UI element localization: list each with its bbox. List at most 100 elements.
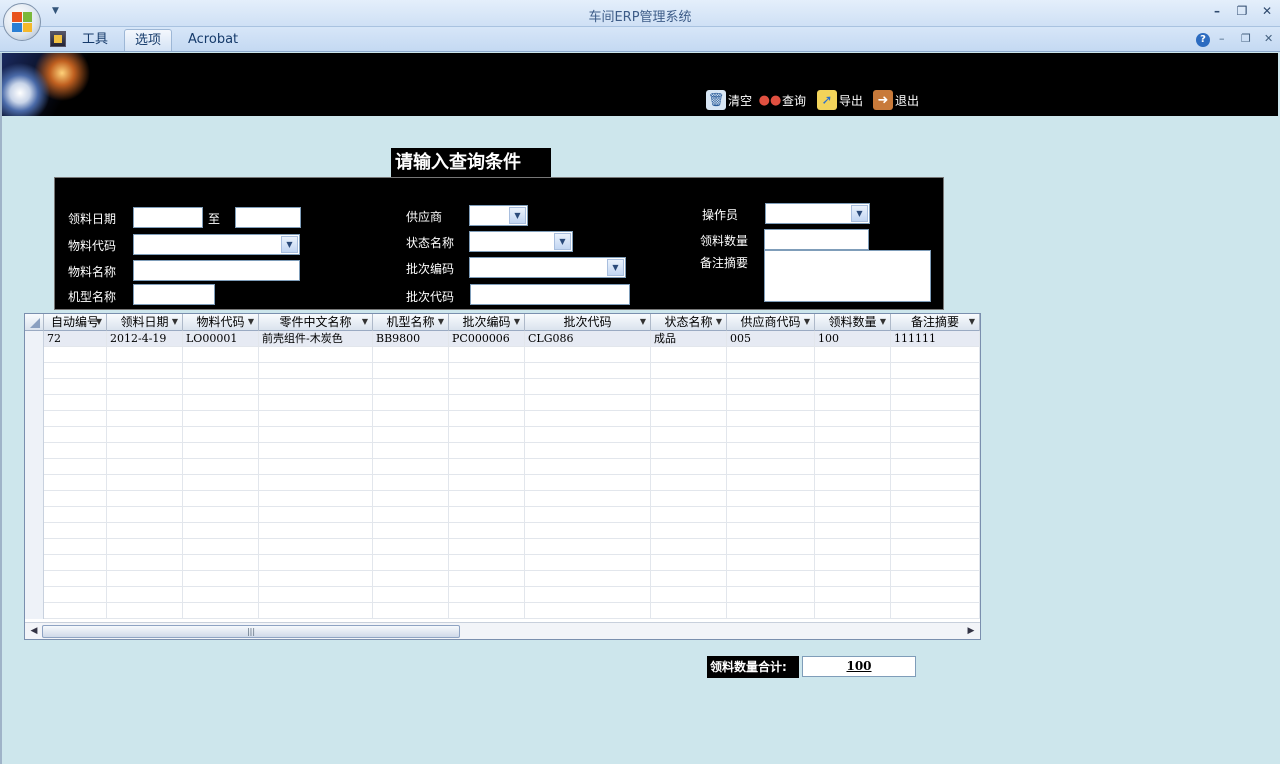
- export-button[interactable]: ➚ 导出: [817, 89, 863, 111]
- empty-cell[interactable]: [651, 427, 727, 443]
- scroll-thumb[interactable]: |||: [42, 625, 460, 638]
- empty-cell[interactable]: [373, 603, 449, 619]
- chevron-down-icon[interactable]: ▼: [607, 259, 624, 276]
- empty-table-row[interactable]: [25, 411, 980, 427]
- restore-button[interactable]: ❐: [1233, 4, 1251, 18]
- empty-cell[interactable]: [183, 571, 259, 587]
- empty-cell[interactable]: [44, 475, 107, 491]
- empty-cell[interactable]: [525, 507, 651, 523]
- supplier-select[interactable]: ▼: [469, 205, 528, 226]
- row-selector[interactable]: [25, 523, 44, 539]
- empty-cell[interactable]: [183, 555, 259, 571]
- cell-issue-qty[interactable]: 100: [815, 331, 891, 347]
- row-selector[interactable]: [25, 411, 44, 427]
- empty-cell[interactable]: [449, 411, 525, 427]
- empty-cell[interactable]: [259, 427, 373, 443]
- empty-cell[interactable]: [183, 379, 259, 395]
- empty-cell[interactable]: [373, 395, 449, 411]
- empty-cell[interactable]: [259, 395, 373, 411]
- empty-cell[interactable]: [815, 379, 891, 395]
- empty-cell[interactable]: [449, 395, 525, 411]
- empty-cell[interactable]: [259, 347, 373, 363]
- empty-cell[interactable]: [525, 491, 651, 507]
- empty-cell[interactable]: [107, 443, 183, 459]
- empty-cell[interactable]: [44, 587, 107, 603]
- chevron-down-icon[interactable]: ▼: [851, 205, 868, 222]
- empty-cell[interactable]: [183, 395, 259, 411]
- empty-cell[interactable]: [525, 395, 651, 411]
- empty-cell[interactable]: [183, 459, 259, 475]
- empty-cell[interactable]: [183, 507, 259, 523]
- empty-cell[interactable]: [891, 395, 980, 411]
- empty-cell[interactable]: [449, 475, 525, 491]
- empty-cell[interactable]: [525, 347, 651, 363]
- chevron-down-icon[interactable]: ▼: [509, 207, 526, 224]
- empty-cell[interactable]: [183, 427, 259, 443]
- empty-cell[interactable]: [107, 427, 183, 443]
- empty-cell[interactable]: [44, 603, 107, 619]
- empty-cell[interactable]: [727, 411, 815, 427]
- select-all-corner[interactable]: [25, 314, 44, 331]
- empty-cell[interactable]: [525, 443, 651, 459]
- exit-button[interactable]: ➜ 退出: [873, 89, 919, 111]
- empty-cell[interactable]: [651, 587, 727, 603]
- empty-cell[interactable]: [183, 587, 259, 603]
- empty-cell[interactable]: [44, 539, 107, 555]
- empty-cell[interactable]: [651, 443, 727, 459]
- empty-cell[interactable]: [651, 491, 727, 507]
- empty-cell[interactable]: [44, 555, 107, 571]
- scroll-right-icon[interactable]: ▶: [965, 625, 977, 638]
- empty-cell[interactable]: [373, 443, 449, 459]
- help-icon[interactable]: ?: [1196, 33, 1210, 47]
- empty-cell[interactable]: [373, 491, 449, 507]
- row-selector[interactable]: [25, 443, 44, 459]
- empty-cell[interactable]: [449, 587, 525, 603]
- empty-cell[interactable]: [44, 379, 107, 395]
- empty-cell[interactable]: [259, 379, 373, 395]
- empty-cell[interactable]: [727, 347, 815, 363]
- empty-cell[interactable]: [815, 603, 891, 619]
- cell-part-name[interactable]: 前壳组件-木炭色: [259, 331, 373, 347]
- empty-table-row[interactable]: [25, 523, 980, 539]
- empty-cell[interactable]: [183, 539, 259, 555]
- empty-cell[interactable]: [727, 443, 815, 459]
- empty-cell[interactable]: [651, 539, 727, 555]
- empty-cell[interactable]: [373, 363, 449, 379]
- empty-table-row[interactable]: [25, 363, 980, 379]
- tab-acrobat[interactable]: Acrobat: [178, 29, 248, 51]
- empty-cell[interactable]: [44, 459, 107, 475]
- empty-cell[interactable]: [44, 571, 107, 587]
- row-selector[interactable]: [25, 379, 44, 395]
- empty-cell[interactable]: [815, 347, 891, 363]
- tab-options[interactable]: 选项: [124, 29, 173, 51]
- empty-cell[interactable]: [815, 363, 891, 379]
- empty-cell[interactable]: [727, 395, 815, 411]
- empty-cell[interactable]: [259, 363, 373, 379]
- empty-cell[interactable]: [44, 491, 107, 507]
- row-selector[interactable]: [25, 491, 44, 507]
- empty-cell[interactable]: [891, 379, 980, 395]
- empty-cell[interactable]: [449, 571, 525, 587]
- empty-cell[interactable]: [449, 523, 525, 539]
- empty-cell[interactable]: [373, 587, 449, 603]
- clear-button[interactable]: 🗑 清空: [706, 89, 752, 111]
- column-header[interactable]: 零件中文名称 ▼: [259, 314, 373, 331]
- empty-cell[interactable]: [727, 555, 815, 571]
- batch-code-select[interactable]: ▼: [469, 257, 626, 278]
- scroll-left-icon[interactable]: ◀: [28, 625, 40, 638]
- empty-cell[interactable]: [259, 523, 373, 539]
- empty-cell[interactable]: [891, 539, 980, 555]
- query-button[interactable]: ●● 查询: [759, 89, 806, 111]
- empty-cell[interactable]: [815, 411, 891, 427]
- empty-cell[interactable]: [107, 555, 183, 571]
- empty-cell[interactable]: [815, 443, 891, 459]
- empty-cell[interactable]: [651, 523, 727, 539]
- empty-cell[interactable]: [259, 539, 373, 555]
- empty-cell[interactable]: [44, 411, 107, 427]
- office-button[interactable]: [3, 3, 41, 41]
- ribbon-close-button[interactable]: ✕: [1264, 32, 1273, 45]
- batch-no-input[interactable]: [470, 284, 630, 305]
- empty-cell[interactable]: [259, 491, 373, 507]
- empty-table-row[interactable]: [25, 571, 980, 587]
- material-name-input[interactable]: [133, 260, 300, 281]
